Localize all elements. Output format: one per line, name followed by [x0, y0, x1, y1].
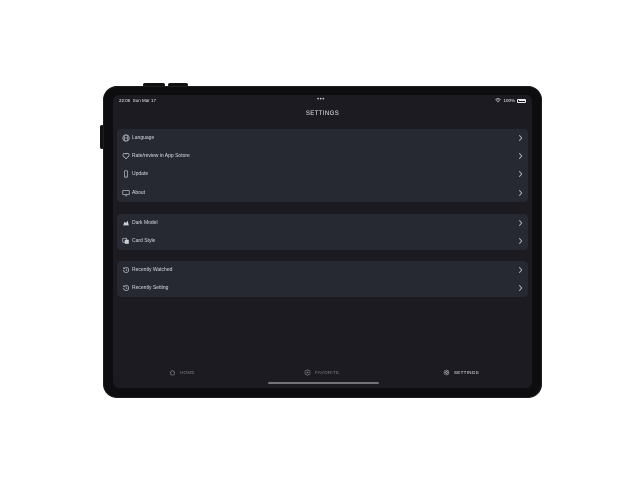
- history-icon: [123, 267, 130, 273]
- monitor-icon: [122, 189, 130, 196]
- chevron-right-icon: [518, 285, 523, 292]
- battery-icon: [517, 98, 526, 103]
- settings-row-dark-model[interactable]: Dark Model: [117, 214, 528, 232]
- home-indicator[interactable]: [268, 382, 379, 384]
- settings-row-label: Recently Setting: [132, 285, 169, 292]
- settings-row-rate-review[interactable]: Rate/review in App Sotore: [117, 147, 528, 165]
- settings-group-general: Language Rate/review in App Sotore Updat…: [117, 129, 528, 202]
- settings-row-label: Rate/review in App Sotore: [132, 153, 190, 160]
- chevron-right-icon: [518, 134, 523, 142]
- settings-row-card-style[interactable]: Card Style: [117, 232, 528, 250]
- settings-row-update[interactable]: Update: [117, 165, 528, 183]
- wifi-icon: [495, 98, 502, 103]
- multitasking-dots-icon[interactable]: •••: [317, 97, 325, 103]
- tab-label: HOME: [180, 370, 195, 375]
- tab-settings[interactable]: SETTINGS: [443, 369, 479, 376]
- hexagon-icon: [304, 369, 311, 376]
- tab-bar: HOME FAVORITE SETTINGS: [113, 363, 532, 383]
- tab-label: FAVORITE: [315, 370, 340, 375]
- status-bar: 22:06 Sun Mar 17 ••• 100%: [113, 95, 532, 107]
- settings-row-label: Dark Model: [132, 220, 158, 226]
- status-time: 22:06 Sun Mar 17: [119, 98, 156, 103]
- chevron-right-icon: [518, 153, 523, 160]
- settings-row-label: Card Style: [132, 238, 156, 245]
- chevron-right-icon: [518, 171, 523, 178]
- theme-icon: [123, 220, 129, 226]
- battery-percent: 100%: [503, 98, 515, 103]
- chevron-right-icon: [518, 266, 523, 274]
- settings-row-language[interactable]: Language: [117, 129, 528, 147]
- settings-row-label: About: [132, 189, 146, 196]
- phone-icon: [124, 170, 128, 178]
- tab-label: SETTINGS: [454, 370, 479, 375]
- tab-home[interactable]: HOME: [169, 369, 195, 376]
- status-indicators: 100%: [495, 98, 526, 103]
- history-icon: [123, 285, 130, 292]
- settings-row-recently-watched[interactable]: Recently Watched: [117, 261, 528, 279]
- settings-group-history: Recently Watched Recently Setting: [117, 261, 528, 298]
- status-date: Sun Mar 17: [132, 98, 157, 103]
- cards-icon: [122, 238, 129, 244]
- chevron-right-icon: [518, 219, 523, 227]
- settings-group-appearance: Dark Model Card Style: [117, 214, 528, 251]
- globe-icon: [122, 134, 130, 142]
- home-icon: [169, 369, 176, 376]
- settings-row-about[interactable]: About: [117, 184, 528, 202]
- settings-row-recently-setting[interactable]: Recently Setting: [117, 279, 528, 297]
- page-title: SETTINGS: [305, 111, 340, 117]
- app-screen: 22:06 Sun Mar 17 ••• 100% SETTINGS Langu…: [113, 95, 532, 388]
- tab-favorite[interactable]: FAVORITE: [304, 369, 339, 376]
- status-time-value: 22:06: [119, 98, 131, 103]
- gear-icon: [443, 369, 450, 376]
- settings-row-label: Update: [132, 171, 149, 178]
- heart-icon: [122, 153, 130, 160]
- chevron-right-icon: [518, 189, 523, 196]
- chevron-right-icon: [518, 238, 523, 245]
- settings-row-label: Recently Watched: [132, 267, 173, 273]
- settings-row-label: Language: [132, 135, 155, 141]
